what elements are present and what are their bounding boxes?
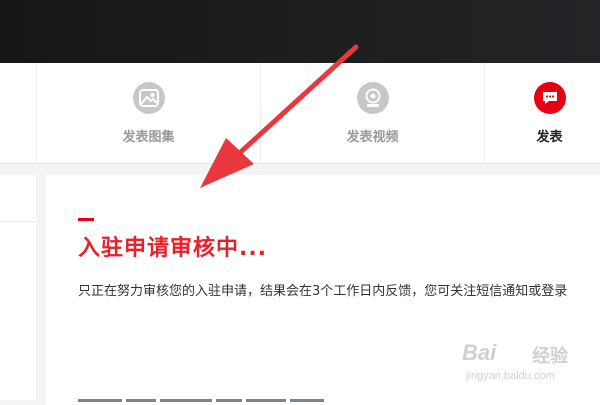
top-header-bar (0, 0, 600, 63)
video-camera-icon (356, 82, 389, 114)
truncated-text-line (78, 397, 378, 405)
page-title: 入驻申请审核中... (78, 236, 268, 261)
left-sidebar-panel (0, 175, 36, 400)
publish-chat-label: 发表 (536, 130, 563, 145)
watermark-brand: Bai (462, 340, 497, 365)
sidebar-divider (0, 221, 36, 222)
publish-toolbar: 发表图集 发表视频 发表 (0, 63, 600, 164)
image-gallery-icon (132, 82, 165, 114)
publish-gallery-button[interactable]: 发表图集 (36, 63, 260, 163)
publish-video-button[interactable]: 发表视频 (260, 63, 484, 163)
baidu-jingyan-watermark: Bai 经验 jingyan.baidu.com (462, 340, 580, 390)
watermark-brand-cn: 经验 (532, 346, 568, 366)
watermark-url: jingyan.baidu.com (466, 370, 555, 382)
publish-chat-button[interactable]: 发表 (484, 63, 600, 163)
publish-video-label: 发表视频 (346, 130, 399, 145)
status-description: 只正在努力审核您的入驻申请，结果会在3个工作日内反馈，您可关注短信通知或登录 (78, 284, 568, 299)
chat-bubble-icon (533, 82, 566, 114)
publish-gallery-label: 发表图集 (122, 130, 175, 145)
title-accent-bar (78, 218, 94, 221)
